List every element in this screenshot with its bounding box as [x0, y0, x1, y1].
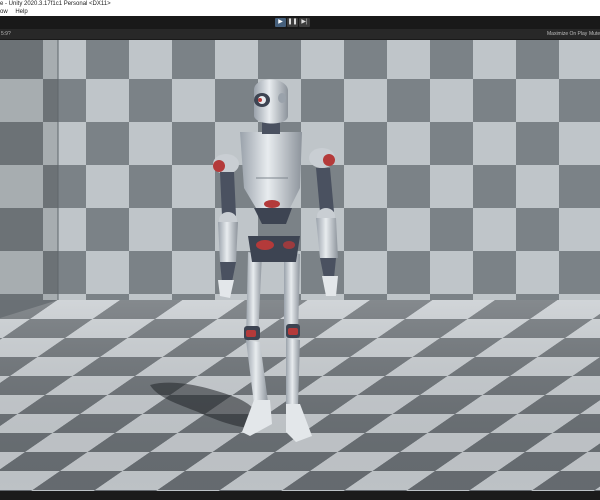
menu-item-window[interactable]: ow	[0, 9, 8, 16]
step-button[interactable]: ▶|	[299, 18, 310, 27]
resolution-label[interactable]: 5:9?	[1, 29, 11, 40]
menu-bar: ow Help	[0, 9, 600, 16]
mute-audio-toggle[interactable]: Mute	[589, 29, 600, 40]
play-icon: ▶	[278, 19, 283, 25]
playmode-controls: ▶ ❚❚ ▶|	[275, 18, 310, 27]
play-button[interactable]: ▶	[275, 18, 286, 27]
window-title: e - Unity 2020.3.17f1c1 Personal <DX11>	[0, 1, 111, 7]
left-wall	[0, 40, 58, 318]
window-title-bar: e - Unity 2020.3.17f1c1 Personal <DX11>	[0, 0, 600, 9]
pause-button[interactable]: ❚❚	[287, 18, 298, 27]
scene-render	[0, 40, 600, 491]
step-icon: ▶|	[301, 19, 308, 25]
game-viewport[interactable]	[0, 40, 600, 491]
game-view-toolbar: 5:9? Maximize On Play Mute	[0, 29, 600, 40]
editor-bottom-bar	[0, 491, 600, 500]
pause-icon: ❚❚	[287, 19, 298, 25]
maximize-on-play-toggle[interactable]: Maximize On Play	[547, 29, 587, 40]
menu-item-help[interactable]: Help	[15, 9, 27, 16]
toolbar: ▶ ❚❚ ▶|	[0, 16, 600, 29]
